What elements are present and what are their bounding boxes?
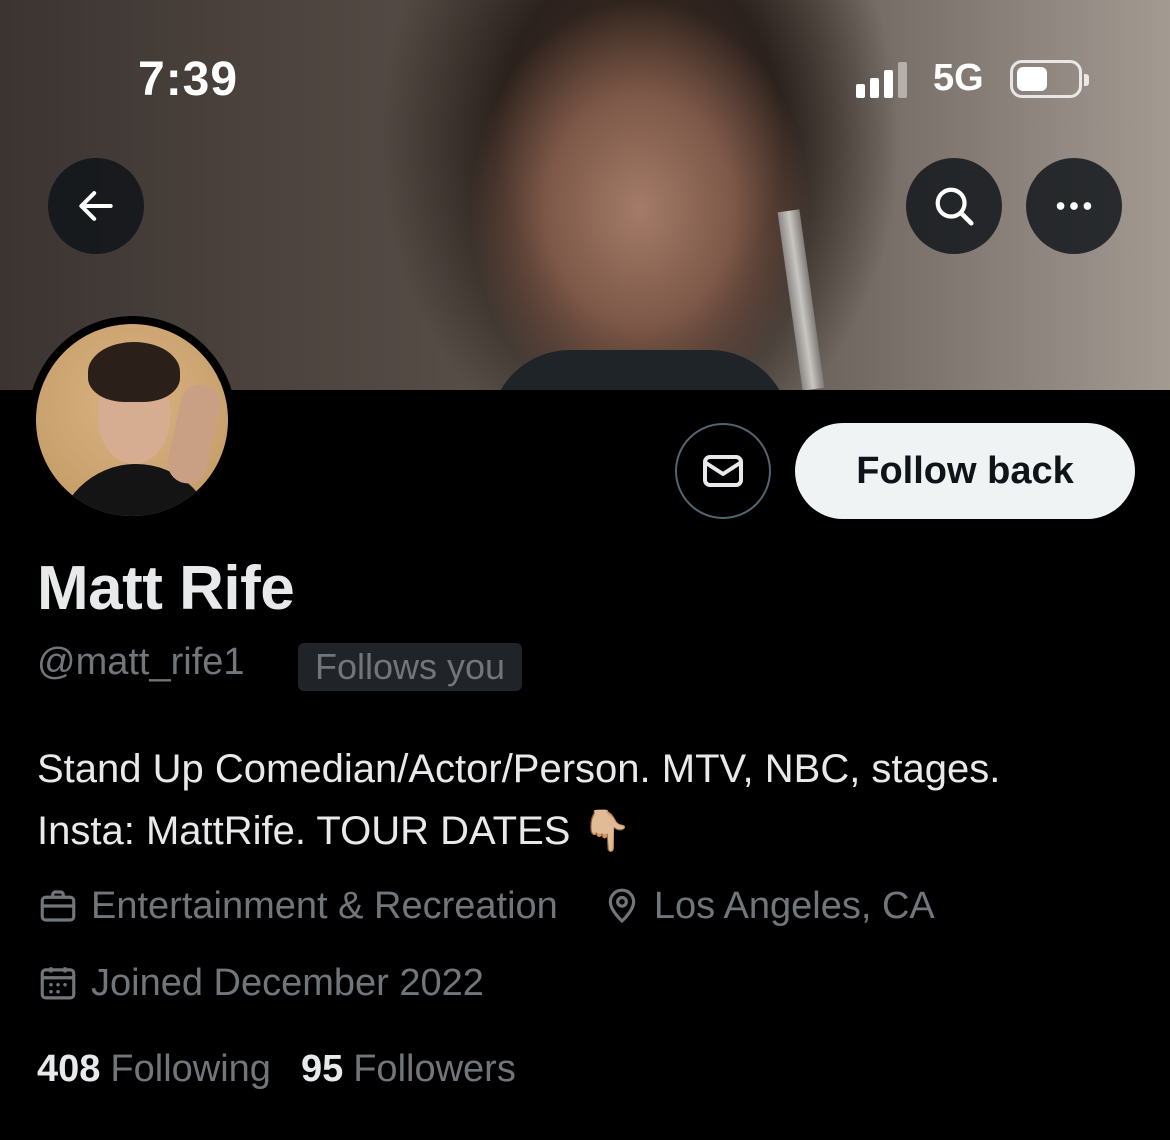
message-button[interactable] bbox=[675, 423, 771, 519]
followers-label: Followers bbox=[353, 1047, 516, 1090]
followers-link[interactable]: 95 Followers bbox=[301, 1048, 516, 1091]
profile-bio: Stand Up Comedian/Actor/Person. MTV, NBC… bbox=[37, 738, 1147, 862]
following-label: Following bbox=[110, 1047, 271, 1090]
envelope-icon bbox=[703, 455, 743, 487]
bio-line: Insta: MattRife. TOUR DATES 👇🏼 bbox=[37, 800, 1147, 862]
followers-count: 95 bbox=[300, 1047, 344, 1090]
banner-background-detail bbox=[777, 209, 825, 390]
profile-category: Entertainment & Recreation bbox=[37, 885, 558, 928]
more-options-button[interactable] bbox=[1026, 158, 1122, 254]
banner-figure-shirt bbox=[490, 350, 790, 390]
joined-label: Joined December 2022 bbox=[91, 961, 484, 1004]
network-type: 5G bbox=[933, 57, 984, 99]
back-button[interactable] bbox=[48, 158, 144, 254]
following-link[interactable]: 408 Following bbox=[37, 1048, 271, 1091]
profile-screen: 7:39 5G Follow back Matt Rife @matt_rife… bbox=[0, 0, 1170, 1140]
location-label: Los Angeles, CA bbox=[653, 884, 935, 927]
bio-line: Stand Up Comedian/Actor/Person. MTV, NBC… bbox=[37, 747, 1001, 791]
battery-icon bbox=[1010, 60, 1089, 98]
location-pin-icon bbox=[608, 888, 636, 924]
display-name: Matt Rife bbox=[37, 554, 295, 623]
avatar-image bbox=[36, 324, 228, 516]
profile-joined-date: Joined December 2022 bbox=[37, 962, 484, 1005]
more-horizontal-icon bbox=[1056, 202, 1092, 210]
category-label: Entertainment & Recreation bbox=[91, 884, 558, 927]
pointing-down-emoji: 👇🏼 bbox=[581, 809, 632, 853]
search-button[interactable] bbox=[906, 158, 1002, 254]
bio-text: Insta: MattRife. TOUR DATES bbox=[37, 809, 571, 853]
following-count: 408 bbox=[37, 1047, 101, 1090]
profile-meta-row: Entertainment & Recreation Los Angeles, … bbox=[37, 881, 935, 931]
profile-meta-row: Joined December 2022 bbox=[37, 958, 484, 1008]
search-icon bbox=[935, 187, 974, 226]
user-handle: @matt_rife1 bbox=[37, 641, 245, 683]
arrow-left-icon bbox=[79, 191, 113, 221]
follows-you-badge: Follows you bbox=[298, 643, 523, 691]
follow-stats: 408 Following 95 Followers bbox=[37, 1044, 516, 1094]
follow-back-button[interactable]: Follow back bbox=[795, 423, 1135, 519]
signal-strength-icon bbox=[856, 58, 916, 98]
calendar-icon bbox=[40, 967, 76, 1000]
avatar[interactable] bbox=[28, 316, 236, 524]
briefcase-icon bbox=[40, 890, 76, 922]
profile-location: Los Angeles, CA bbox=[602, 885, 935, 928]
status-time: 7:39 bbox=[138, 53, 239, 106]
